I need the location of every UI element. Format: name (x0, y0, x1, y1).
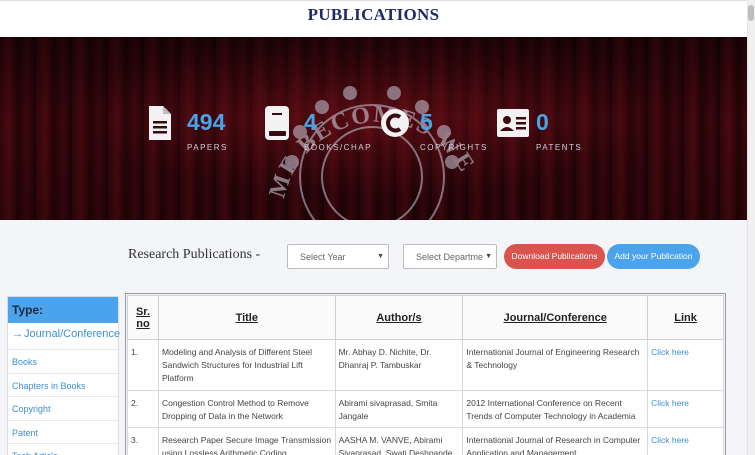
add-publication-button[interactable]: Add your Publication (607, 244, 700, 269)
document-icon (149, 106, 171, 140)
department-select-value: Select Departme (416, 252, 484, 262)
click-here-link[interactable]: Click here (651, 398, 689, 408)
journal-cell: 2012 International Conference on Recent … (462, 390, 649, 428)
sidebar-item-copyright[interactable]: Copyright (8, 397, 118, 421)
sidebar-item-tech-article[interactable]: Tech Article (8, 444, 118, 455)
stat-label: PAPERS (187, 143, 228, 152)
table-row: 3. Research Paper Secure Image Transmiss… (127, 427, 724, 455)
publications-section: Research Publications - Select Year ▼ Se… (0, 220, 747, 455)
link-cell: Click here (647, 427, 724, 455)
year-select[interactable]: Select Year ▼ (287, 244, 389, 269)
journal-cell: International Journal of Research in Com… (462, 427, 649, 455)
chevron-down-icon: ▼ (377, 253, 384, 260)
sr-no-cell: 2. (127, 390, 159, 428)
scrollbar[interactable] (747, 0, 755, 455)
sidebar-heading: Type: (8, 297, 118, 323)
year-select-value: Select Year (300, 252, 346, 262)
authors-cell: Mr. Abhay D. Nichite, Dr. Dhanraj P. Tam… (334, 339, 464, 391)
page: PUBLICATIONS ME BECOMES WE 494 PAPERS 4 … (0, 0, 755, 455)
stat-label: COPYRIGHTS (420, 143, 488, 152)
stat-value: 4 (304, 109, 317, 135)
download-publications-button[interactable]: Download Publications (504, 244, 605, 269)
sr-no-cell: 1. (127, 339, 159, 391)
stat-label: PATENTS (536, 143, 583, 152)
column-header: Link (647, 295, 724, 340)
table-header-row: Sr. no Title Author/s Journal/Conference… (127, 295, 724, 340)
arrow-right-icon: → (12, 328, 23, 340)
column-header: Title (157, 295, 336, 340)
table-row: 2. Congestion Control Method to Remove D… (127, 390, 724, 428)
link-cell: Click here (647, 339, 724, 391)
scrollbar-thumb[interactable] (748, 5, 754, 21)
column-header: Author/s (334, 295, 464, 340)
type-sidebar: Type: →Journal/Conference Books Chapters… (7, 296, 121, 455)
top-header: PUBLICATIONS (0, 0, 747, 37)
journal-cell: International Journal of Engineering Res… (462, 339, 649, 391)
stats-banner: ME BECOMES WE 494 PAPERS 4 BOOKS/CHAP 5 … (0, 37, 747, 220)
title-cell: Modeling and Analysis of Different Steel… (157, 339, 336, 391)
column-header: Sr. no (127, 295, 159, 340)
authors-cell: Abirami sivaprasad, Smita Jangale (334, 390, 464, 428)
stat-value: 494 (187, 109, 226, 135)
sidebar-item-journal-conference[interactable]: →Journal/Conference (8, 323, 121, 350)
copyright-icon (381, 109, 409, 137)
click-here-link[interactable]: Click here (651, 435, 689, 445)
title-cell: Congestion Control Method to Remove Drop… (157, 390, 336, 428)
sr-no-cell: 3. (127, 427, 159, 455)
table-row: 1. Modeling and Analysis of Different St… (127, 339, 724, 391)
stat-value: 0 (536, 109, 549, 135)
sidebar-item-label: Journal/Conference (24, 328, 121, 340)
stat-value: 5 (420, 109, 433, 135)
department-select[interactable]: Select Departme ▼ (403, 244, 497, 269)
authors-cell: AASHA M. VANVE, Abirami Sivaprasad, Swat… (334, 427, 464, 455)
chevron-down-icon: ▼ (485, 253, 492, 260)
column-header: Journal/Conference (462, 295, 649, 340)
page-title: PUBLICATIONS (307, 5, 440, 24)
click-here-link[interactable]: Click here (651, 347, 689, 357)
sidebar-item-books[interactable]: Books (8, 350, 118, 374)
sidebar-item-patent[interactable]: Patent (8, 421, 118, 444)
book-icon (265, 106, 289, 140)
id-card-icon (497, 109, 529, 137)
stat-label: BOOKS/CHAP (304, 143, 372, 152)
publications-table: Sr. no Title Author/s Journal/Conference… (127, 295, 724, 455)
link-cell: Click here (647, 390, 724, 428)
sidebar-item-chapters[interactable]: Chapters in Books (8, 374, 118, 397)
section-heading: Research Publications - (128, 247, 261, 262)
title-cell: Research Paper Secure Image Transmission… (157, 427, 336, 455)
